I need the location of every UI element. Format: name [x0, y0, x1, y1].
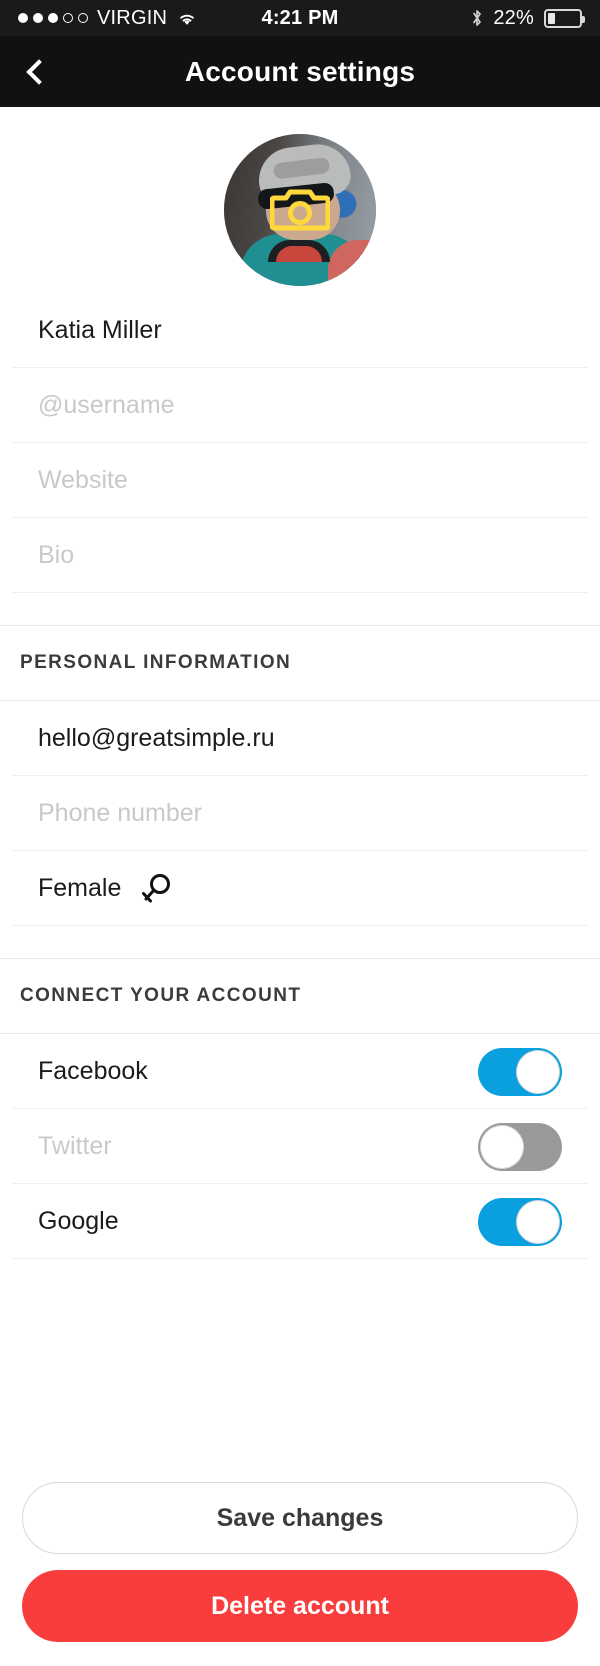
toggle-knob	[516, 1049, 560, 1094]
field-value: hello@greatsimple.ru	[38, 724, 275, 752]
field-full-name[interactable]: Katia Miller	[0, 293, 600, 368]
toggle-knob	[516, 1199, 560, 1244]
connect-row-google[interactable]: Google	[0, 1184, 600, 1259]
avatar[interactable]	[224, 134, 376, 286]
field-value: Bio	[38, 541, 75, 569]
carrier-label: VIRGIN	[97, 6, 168, 29]
account-settings-screen: VIRGIN 4:21 PM 22% Account settings Kati…	[0, 0, 600, 1666]
bluetooth-icon	[471, 8, 483, 28]
battery-icon	[544, 8, 585, 28]
status-bar-left: VIRGIN	[18, 7, 262, 30]
field-value: Phone number	[38, 799, 203, 827]
personal-information-section: hello@greatsimple.ru Phone number Female	[0, 701, 600, 926]
field-phone-number[interactable]: Phone number	[0, 776, 600, 851]
profile-fields-section: Katia Miller @username Website Bio	[0, 293, 600, 593]
connect-row-facebook[interactable]: Facebook	[0, 1034, 600, 1109]
personal-information-header: PERSONAL INFORMATION	[20, 652, 292, 673]
section-spacer	[0, 593, 600, 625]
field-gender[interactable]: Female	[0, 851, 600, 926]
avatar-section	[0, 107, 600, 293]
delete-account-button[interactable]: Delete account	[22, 1570, 578, 1642]
gender-value: Female	[38, 874, 122, 902]
toggle-google[interactable]	[478, 1197, 562, 1246]
field-value: @username	[38, 391, 175, 419]
wifi-icon	[176, 10, 198, 26]
field-bio[interactable]: Bio	[0, 518, 600, 593]
account-label: Twitter	[38, 1132, 112, 1160]
navigation-bar: Account settings	[0, 36, 600, 107]
field-value: Katia Miller	[38, 316, 162, 344]
action-buttons: Save changes Delete account	[0, 1482, 600, 1666]
field-website[interactable]: Website	[0, 443, 600, 518]
clock-label: 4:21 PM	[261, 6, 339, 29]
camera-icon	[269, 186, 331, 234]
connect-account-header: CONNECT YOUR ACCOUNT	[20, 985, 302, 1006]
connect-row-twitter[interactable]: Twitter	[0, 1109, 600, 1184]
venus-gender-icon	[139, 872, 173, 906]
page-title: Account settings	[184, 55, 416, 87]
account-label: Google	[38, 1207, 119, 1235]
save-changes-button[interactable]: Save changes	[22, 1482, 578, 1554]
section-spacer	[0, 926, 600, 958]
battery-percent-label: 22%	[493, 6, 534, 29]
toggle-knob	[480, 1124, 524, 1169]
toggle-facebook[interactable]	[478, 1047, 562, 1096]
signal-strength-icon	[18, 13, 88, 23]
field-username[interactable]: @username	[0, 368, 600, 443]
field-email[interactable]: hello@greatsimple.ru	[0, 701, 600, 776]
account-label: Facebook	[38, 1057, 148, 1085]
toggle-twitter[interactable]	[478, 1122, 562, 1171]
status-bar-right: 22%	[339, 6, 585, 30]
status-bar: VIRGIN 4:21 PM 22%	[0, 0, 600, 36]
field-value: Website	[38, 466, 128, 494]
connect-account-section: Facebook Twitter Google	[0, 1034, 600, 1259]
